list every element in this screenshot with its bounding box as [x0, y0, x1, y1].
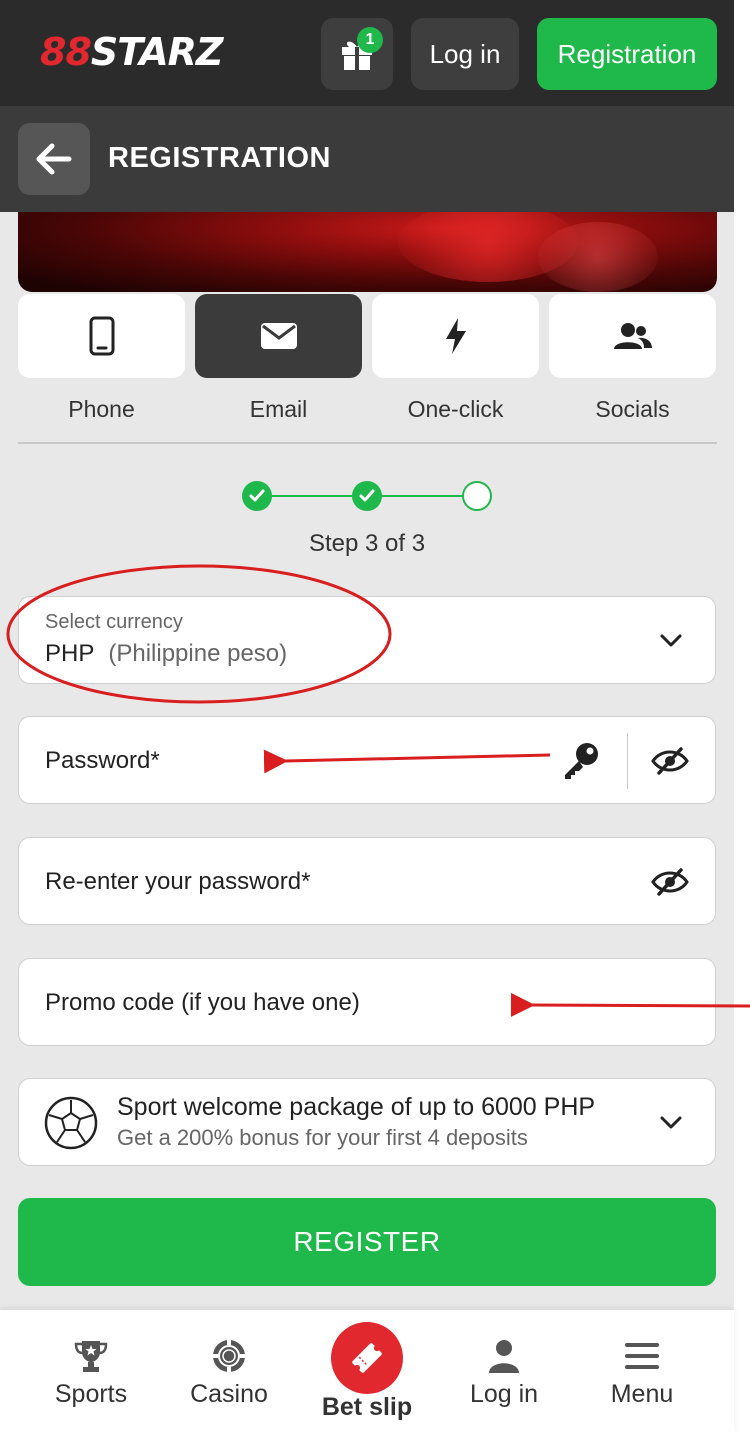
tab-email-label: Email	[249, 396, 308, 422]
ticket-icon	[352, 1343, 382, 1373]
trophy-icon	[74, 1341, 108, 1372]
header-registration-button[interactable]: Registration	[537, 18, 717, 90]
tab-phone-label: Phone	[68, 396, 135, 422]
step-3-current	[462, 481, 492, 511]
promo-code-placeholder: Promo code (if you have one)	[45, 989, 360, 1016]
currency-select[interactable]: Select currency PHP (Philippine peso)	[18, 596, 716, 684]
tab-one-click[interactable]	[372, 294, 539, 378]
eye-off-icon[interactable]	[651, 868, 689, 896]
nav-login-label: Log in	[469, 1380, 539, 1408]
right-margin	[734, 0, 750, 1435]
promo-banner	[18, 212, 717, 292]
logo-mark: 88	[40, 30, 92, 74]
confirm-password-field[interactable]: Re-enter your password*	[18, 837, 716, 925]
bonus-select[interactable]: Sport welcome package of up to 6000 PHP …	[18, 1078, 716, 1166]
field-separator	[627, 733, 628, 789]
soccer-ball-icon	[44, 1096, 98, 1150]
confirm-password-placeholder: Re-enter your password*	[45, 868, 311, 895]
hamburger-menu-icon	[625, 1343, 659, 1369]
back-button[interactable]	[18, 123, 90, 195]
title-bar: REGISTRATION	[0, 106, 734, 212]
user-icon	[489, 1340, 519, 1373]
tab-socials[interactable]	[549, 294, 716, 378]
currency-code: PHP	[45, 640, 95, 667]
step-2-complete	[352, 481, 382, 511]
tab-email[interactable]	[195, 294, 362, 378]
nav-bet-slip-label: Bet slip	[321, 1393, 413, 1421]
nav-sports-label: Sports	[54, 1380, 128, 1408]
nav-login[interactable]: Log in	[434, 1330, 574, 1409]
nav-sports[interactable]: Sports	[21, 1330, 161, 1409]
header-login-button[interactable]: Log in	[411, 18, 519, 90]
top-header: 88STARZ 1 Log in Registration	[0, 0, 734, 106]
divider	[18, 442, 717, 444]
page-title: REGISTRATION	[108, 142, 331, 174]
key-icon[interactable]	[561, 741, 601, 781]
tab-one-click-label: One-click	[407, 396, 504, 422]
password-field[interactable]: Password*	[18, 716, 716, 804]
lightning-icon	[445, 318, 466, 354]
nav-menu[interactable]: Menu	[572, 1330, 712, 1409]
bonus-subtitle: Get a 200% bonus for your first 4 deposi…	[117, 1125, 528, 1150]
tab-socials-label: Socials	[595, 396, 670, 422]
nav-menu-label: Menu	[610, 1380, 674, 1408]
nav-bet-slip[interactable]	[331, 1322, 403, 1394]
gift-button[interactable]	[321, 18, 393, 90]
gift-count-badge: 1	[357, 27, 383, 53]
check-icon	[359, 489, 375, 502]
logo-text: STARZ	[90, 30, 224, 74]
check-icon	[249, 489, 265, 502]
nav-casino-label: Casino	[190, 1380, 268, 1408]
logo[interactable]: 88STARZ	[40, 30, 224, 74]
eye-off-icon[interactable]	[651, 747, 689, 775]
currency-value: PHP (Philippine peso)	[45, 640, 287, 668]
arrow-left-icon	[36, 143, 72, 175]
chevron-down-icon	[660, 1116, 682, 1129]
phone-icon	[89, 316, 114, 356]
register-button[interactable]: REGISTER	[18, 1198, 716, 1286]
currency-label: Select currency	[45, 611, 183, 633]
bonus-title: Sport welcome package of up to 6000 PHP	[117, 1093, 596, 1121]
step-1-complete	[242, 481, 272, 511]
people-icon	[613, 323, 652, 349]
chevron-down-icon	[660, 634, 682, 647]
currency-name: (Philippine peso)	[108, 640, 288, 667]
step-indicator-text: Step 3 of 3	[308, 530, 426, 557]
banner-glow	[538, 222, 658, 292]
tab-phone[interactable]	[18, 294, 185, 378]
promo-code-field[interactable]: Promo code (if you have one)	[18, 958, 716, 1046]
password-placeholder: Password*	[45, 747, 160, 774]
nav-casino[interactable]: Casino	[159, 1330, 299, 1409]
email-icon	[260, 323, 297, 349]
casino-chip-icon	[213, 1340, 245, 1372]
